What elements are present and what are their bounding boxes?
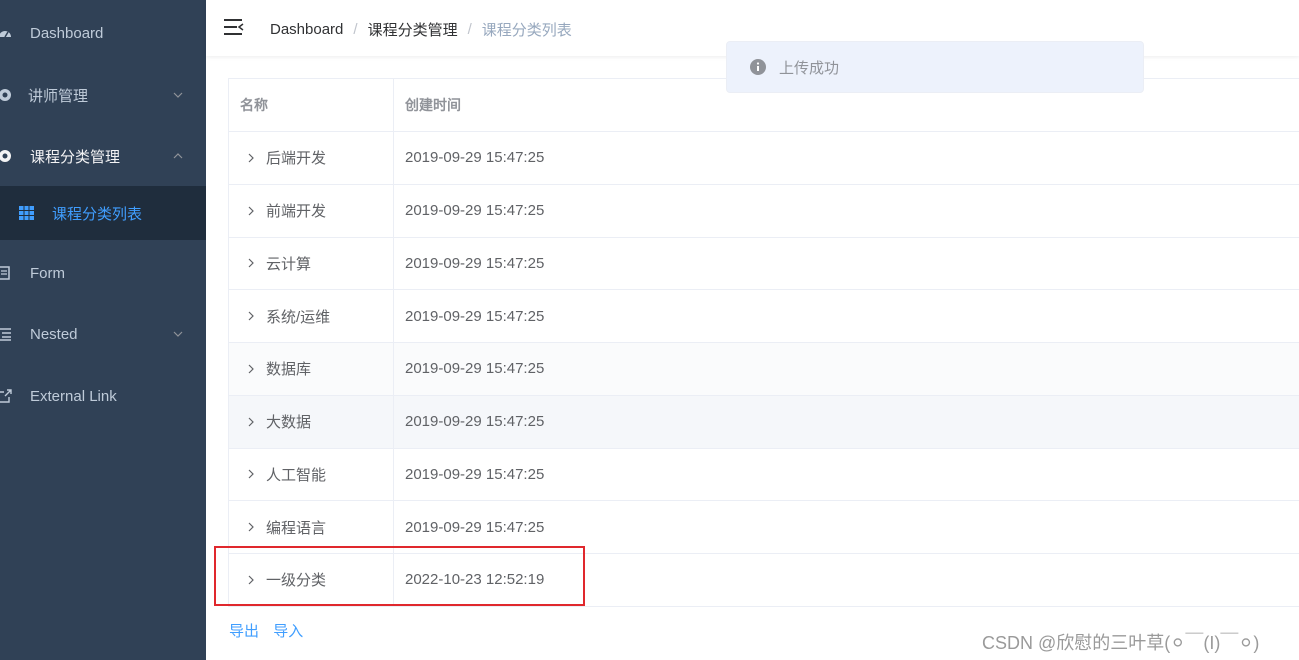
expand-arrow-icon[interactable] [246,364,256,374]
message-toast: 上传成功 [726,41,1144,93]
table-row[interactable]: 数据库 2019-09-29 15:47:25 [229,343,1299,396]
form-icon [0,266,12,280]
menu-item-form[interactable]: Form [0,245,206,301]
cell-created-time: 2019-09-29 15:47:25 [405,307,545,325]
submenu-subject: 课程分类列表 [0,186,206,240]
menu-label: Nested [30,325,78,343]
column-header-name: 名称 [229,79,394,131]
cell-created-time: 2019-09-29 15:47:25 [405,202,545,220]
cell-name: 系统/运维 [229,290,394,342]
table-row[interactable]: 大数据 2019-09-29 15:47:25 [229,395,1299,449]
expand-arrow-icon[interactable] [246,522,256,532]
cell-name: 云计算 [229,237,394,290]
menu-label: External Link [30,387,117,405]
cell-created-time: 2019-09-29 15:47:25 [405,149,545,167]
category-name: 后端开发 [266,150,327,168]
watermark: CSDN @欣慰的三叶草(⚪￣(I)￣⚪) [982,633,1260,653]
export-link[interactable]: 导出 [229,623,259,640]
expand-arrow-icon[interactable] [246,206,256,216]
expand-arrow-icon[interactable] [246,469,256,479]
expand-arrow-icon[interactable] [246,311,256,321]
menu-label: 课程分类管理 [30,148,121,166]
breadcrumb-dashboard[interactable]: Dashboard [270,21,343,38]
breadcrumb: Dashboard / 课程分类管理 / 课程分类列表 [270,19,572,40]
cell-created-time: 2019-09-29 15:47:25 [405,465,545,483]
table-row[interactable]: 后端开发 2019-09-29 15:47:25 [229,132,1299,185]
submenu-item-subject-list[interactable]: 课程分类列表 [0,186,206,240]
table-actions: 导出 导入 [229,620,313,641]
breadcrumb-subject[interactable]: 课程分类管理 [368,19,458,40]
chevron-down-icon [173,331,183,337]
info-icon [750,59,766,75]
expand-arrow-icon[interactable] [246,258,256,268]
category-name: 数据库 [266,361,312,379]
cell-created-time: 2019-09-29 15:47:25 [405,360,545,378]
breadcrumb-separator: / [467,21,472,38]
expand-arrow-icon[interactable] [246,153,256,163]
import-link[interactable]: 导入 [273,623,303,640]
table-row[interactable]: 人工智能 2019-09-29 15:47:25 [229,448,1299,502]
cell-name: 前端开发 [229,184,394,237]
subject-icon [0,149,12,163]
menu-label: 讲师管理 [28,87,89,105]
cell-name: 后端开发 [229,132,394,184]
sidebar: Dashboard 讲师管理 课程分类管理 课程分类列表 Form Nested… [0,0,206,660]
table-icon [19,206,34,220]
table-row[interactable]: 云计算 2019-09-29 15:47:25 [229,237,1299,291]
category-name: 大数据 [266,414,312,432]
category-name: 系统/运维 [266,308,331,326]
menu-item-teacher[interactable]: 讲师管理 [0,67,206,123]
table-body: 后端开发 2019-09-29 15:47:25 前端开发 2019-09-29 15… [229,132,1299,607]
category-name: 编程语言 [266,519,327,537]
cell-created-time: 2019-09-29 15:47:25 [405,413,545,431]
link-icon [0,389,12,403]
category-name: 云计算 [266,255,312,273]
subject-table: 名称 创建时间 后端开发 2019-09-29 15:47:25 前端开发 2019-… [228,78,1299,607]
cell-name: 人工智能 [229,448,394,501]
category-name: 前端开发 [266,203,327,221]
breadcrumb-separator: / [353,21,358,38]
category-name: 人工智能 [266,466,327,484]
menu-label: Form [30,264,65,282]
message-text: 上传成功 [779,59,840,77]
menu-item-external-link[interactable]: External Link [0,368,206,424]
menu-label: Dashboard [30,24,104,42]
table-row[interactable]: 前端开发 2019-09-29 15:47:25 [229,184,1299,238]
menu-item-nested[interactable]: Nested [0,306,206,362]
cell-created-time: 2019-09-29 15:47:25 [405,254,545,272]
cell-name: 大数据 [229,395,394,448]
chevron-up-icon [173,153,183,159]
table-row[interactable]: 系统/运维 2019-09-29 15:47:25 [229,290,1299,343]
dashboard-icon [0,26,12,40]
highlight-annotation [214,546,585,606]
submenu-label: 课程分类列表 [52,205,143,223]
teacher-icon [0,88,12,102]
menu-item-subject[interactable]: 课程分类管理 [0,128,206,184]
breadcrumb-current: 课程分类列表 [481,22,572,39]
hamburger-icon[interactable] [224,18,244,36]
expand-arrow-icon[interactable] [246,417,256,427]
chevron-down-icon [173,92,183,98]
menu-item-dashboard[interactable]: Dashboard [0,5,206,61]
cell-name: 数据库 [229,343,394,395]
nested-icon [0,327,12,341]
